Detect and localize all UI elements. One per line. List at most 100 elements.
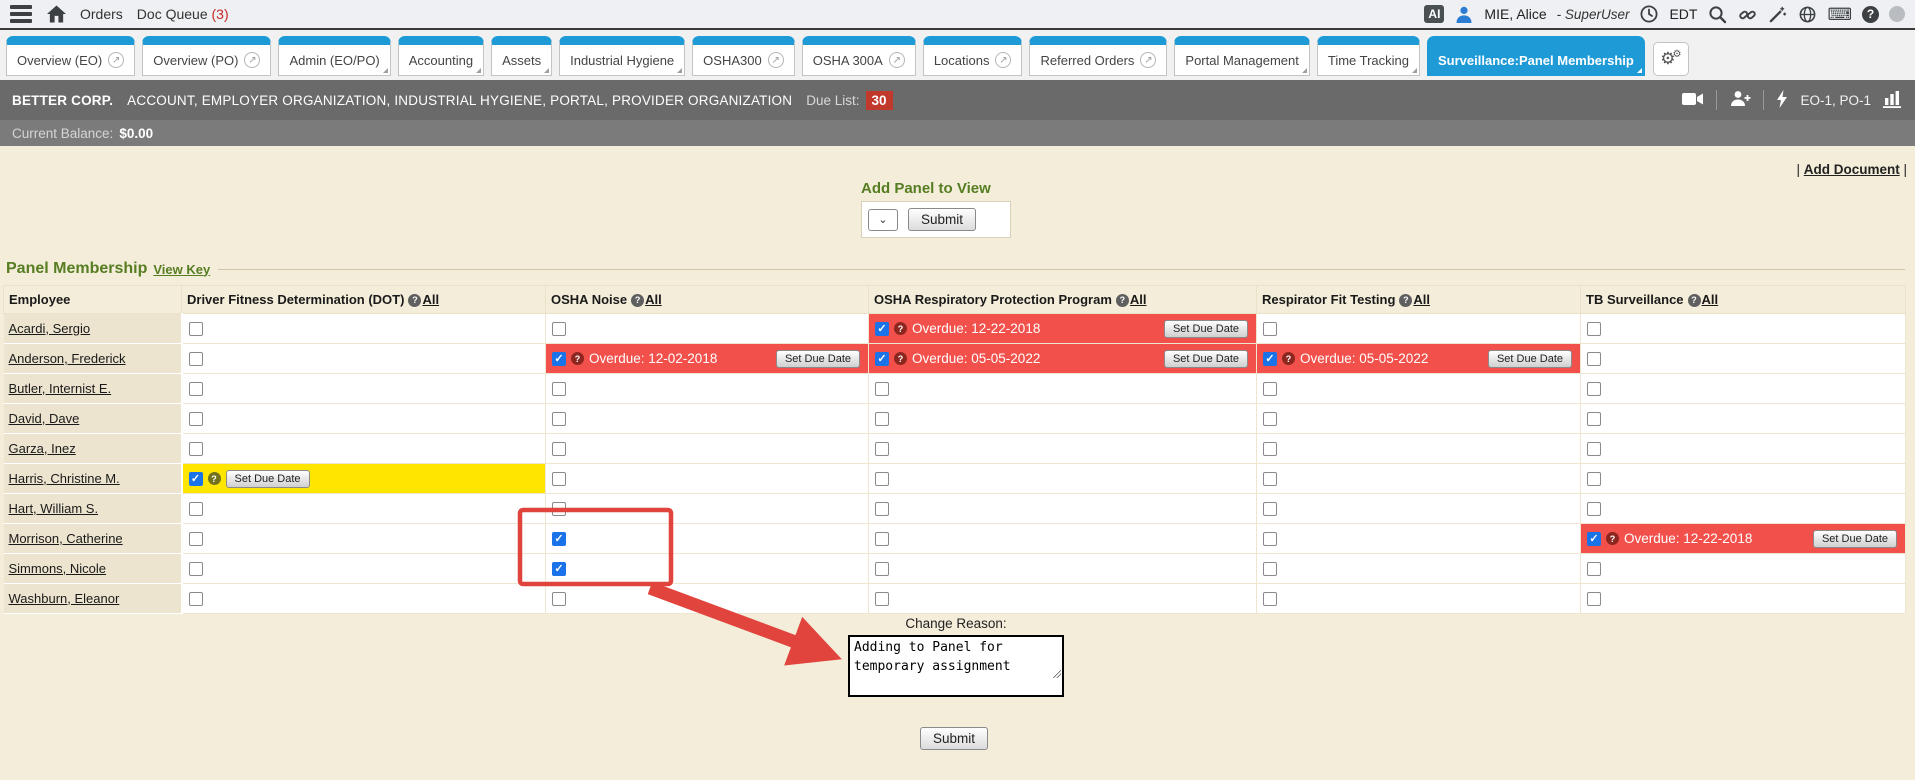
add-panel-submit-button[interactable]: Submit xyxy=(908,208,976,231)
set-due-date-button[interactable]: Set Due Date xyxy=(1164,320,1248,338)
membership-checkbox[interactable] xyxy=(189,532,203,546)
help-icon[interactable]: ? xyxy=(408,294,421,307)
panel-submit-button[interactable]: Submit xyxy=(920,727,988,750)
user-name[interactable]: MIE, Alice xyxy=(1484,6,1546,22)
membership-checkbox[interactable] xyxy=(552,412,566,426)
set-due-date-button[interactable]: Set Due Date xyxy=(1813,530,1897,548)
help-icon[interactable]: ? xyxy=(1688,294,1701,307)
set-due-date-button[interactable]: Set Due Date xyxy=(1164,350,1248,368)
employee-link[interactable]: Garza, Inez xyxy=(9,441,76,456)
company-name[interactable]: BETTER CORP. xyxy=(12,93,113,108)
employee-link[interactable]: Acardi, Sergio xyxy=(9,321,91,336)
help-icon[interactable]: ? xyxy=(894,322,907,335)
membership-checkbox[interactable] xyxy=(189,562,203,576)
membership-checkbox[interactable] xyxy=(875,472,889,486)
help-icon[interactable]: ? xyxy=(1116,294,1129,307)
membership-checkbox[interactable] xyxy=(1263,442,1277,456)
status-dot[interactable] xyxy=(1889,6,1905,22)
membership-checkbox[interactable] xyxy=(1587,322,1601,336)
set-due-date-button[interactable]: Set Due Date xyxy=(1488,350,1572,368)
membership-checkbox[interactable]: ✓ xyxy=(552,352,566,366)
employee-link[interactable]: Morrison, Catherine xyxy=(9,531,123,546)
help-icon[interactable]: ? xyxy=(571,352,584,365)
membership-checkbox[interactable] xyxy=(189,502,203,516)
search-icon[interactable] xyxy=(1707,4,1727,24)
membership-checkbox[interactable] xyxy=(189,352,203,366)
help-icon[interactable]: ? xyxy=(631,294,644,307)
membership-checkbox[interactable] xyxy=(1263,562,1277,576)
add-document-link[interactable]: Add Document xyxy=(1804,162,1900,177)
membership-checkbox[interactable]: ✓ xyxy=(1263,352,1277,366)
employee-link[interactable]: David, Dave xyxy=(9,411,80,426)
membership-checkbox[interactable] xyxy=(1587,442,1601,456)
help-icon[interactable]: ? xyxy=(1399,294,1412,307)
select-all-link[interactable]: All xyxy=(1413,292,1430,307)
membership-checkbox[interactable] xyxy=(552,592,566,606)
membership-checkbox[interactable] xyxy=(189,322,203,336)
membership-checkbox[interactable] xyxy=(1263,382,1277,396)
help-icon[interactable]: ? xyxy=(1282,352,1295,365)
panel-select-dropdown[interactable]: ⌄ xyxy=(868,209,898,231)
video-camera-icon[interactable] xyxy=(1682,91,1704,110)
membership-checkbox[interactable] xyxy=(1263,472,1277,486)
membership-checkbox[interactable] xyxy=(1587,412,1601,426)
employee-link[interactable]: Anderson, Frederick xyxy=(9,351,126,366)
set-due-date-button[interactable]: Set Due Date xyxy=(776,350,860,368)
tab-osha300[interactable]: OSHA300↗ xyxy=(692,36,795,76)
employee-link[interactable]: Hart, William S. xyxy=(9,501,99,516)
membership-checkbox[interactable]: ✓ xyxy=(189,472,203,486)
membership-checkbox[interactable]: ✓ xyxy=(875,322,889,336)
membership-checkbox[interactable] xyxy=(189,412,203,426)
membership-checkbox[interactable] xyxy=(552,472,566,486)
membership-checkbox[interactable] xyxy=(1263,322,1277,336)
membership-checkbox[interactable] xyxy=(875,502,889,516)
change-reason-textarea[interactable]: Adding to Panel for temporary assignment xyxy=(848,635,1064,697)
due-list-count-badge[interactable]: 30 xyxy=(866,91,893,110)
ai-badge[interactable]: AI xyxy=(1424,5,1444,23)
tab-assets[interactable]: Assets xyxy=(491,36,552,76)
employee-link[interactable]: Butler, Internist E. xyxy=(9,381,112,396)
view-key-link[interactable]: View Key xyxy=(153,262,210,277)
tab-admin-eo-po[interactable]: Admin (EO/PO) xyxy=(278,36,390,76)
select-all-link[interactable]: All xyxy=(1702,292,1719,307)
menu-item-doc-queue[interactable]: Doc Queue (3) xyxy=(137,6,229,22)
membership-checkbox[interactable] xyxy=(875,442,889,456)
membership-checkbox[interactable] xyxy=(552,322,566,336)
membership-checkbox[interactable]: ✓ xyxy=(1587,532,1601,546)
set-due-date-button[interactable]: Set Due Date xyxy=(226,470,310,488)
membership-checkbox[interactable] xyxy=(875,592,889,606)
membership-checkbox[interactable] xyxy=(552,442,566,456)
select-all-link[interactable]: All xyxy=(1130,292,1147,307)
tab-accounting[interactable]: Accounting xyxy=(398,36,484,76)
lightning-icon[interactable] xyxy=(1776,90,1788,111)
employee-link[interactable]: Simmons, Nicole xyxy=(9,561,107,576)
membership-checkbox[interactable]: ✓ xyxy=(875,352,889,366)
entity-shortcut[interactable]: EO-1, PO-1 xyxy=(1800,93,1871,108)
membership-checkbox[interactable] xyxy=(189,592,203,606)
link-icon[interactable] xyxy=(1737,4,1757,24)
membership-checkbox[interactable] xyxy=(1587,352,1601,366)
globe-phone-icon[interactable] xyxy=(1797,4,1817,24)
wand-icon[interactable] xyxy=(1767,4,1787,24)
tab-portal-management[interactable]: Portal Management xyxy=(1174,36,1309,76)
membership-checkbox[interactable] xyxy=(1587,382,1601,396)
chart-icon[interactable] xyxy=(1883,90,1903,111)
select-all-link[interactable]: All xyxy=(422,292,439,307)
tab-referred-orders[interactable]: Referred Orders↗ xyxy=(1029,36,1167,76)
tab-industrial-hygiene[interactable]: Industrial Hygiene xyxy=(559,36,685,76)
membership-checkbox[interactable] xyxy=(1587,502,1601,516)
select-all-link[interactable]: All xyxy=(645,292,662,307)
membership-checkbox[interactable] xyxy=(1263,532,1277,546)
membership-checkbox[interactable] xyxy=(1587,562,1601,576)
membership-checkbox[interactable] xyxy=(189,442,203,456)
employee-link[interactable]: Harris, Christine M. xyxy=(9,471,120,486)
tab-overview-po[interactable]: Overview (PO)↗ xyxy=(142,36,271,76)
membership-checkbox[interactable] xyxy=(1587,472,1601,486)
help-icon[interactable]: ? xyxy=(894,352,907,365)
membership-checkbox[interactable] xyxy=(552,382,566,396)
membership-checkbox[interactable]: ✓ xyxy=(552,562,566,576)
tab-locations[interactable]: Locations↗ xyxy=(923,36,1023,76)
help-icon[interactable]: ? xyxy=(1862,6,1879,23)
tab-osha-300a[interactable]: OSHA 300A↗ xyxy=(802,36,916,76)
membership-checkbox[interactable] xyxy=(189,382,203,396)
